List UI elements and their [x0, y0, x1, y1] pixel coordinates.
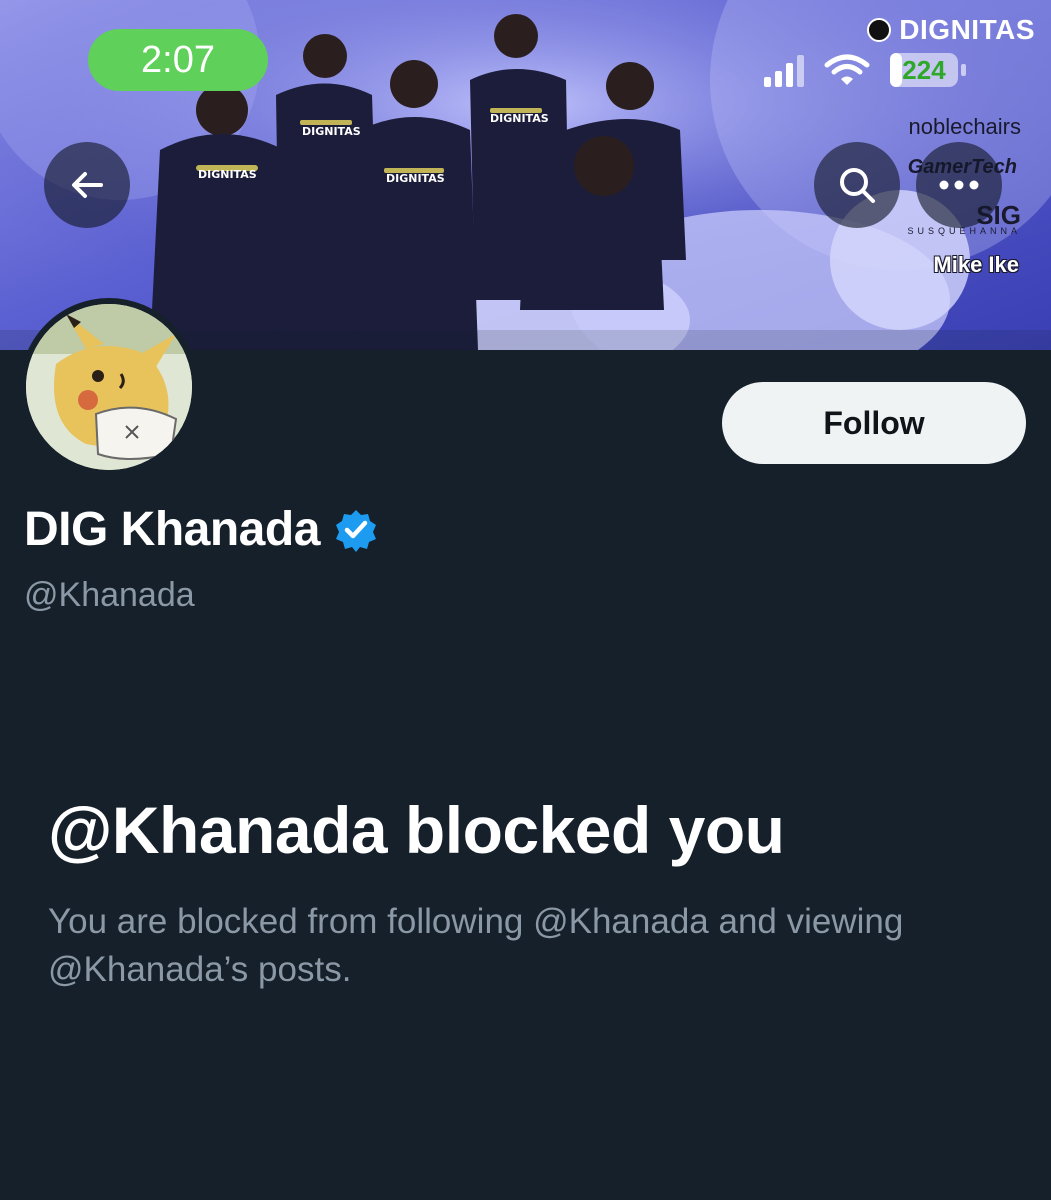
svg-text:DIGNITAS: DIGNITAS [386, 172, 445, 185]
back-button[interactable] [44, 142, 130, 228]
svg-text:DIGNITAS: DIGNITAS [490, 112, 549, 125]
blocked-description: You are blocked from following @Khanada … [48, 902, 904, 989]
battery-level: 224 [902, 54, 946, 85]
avatar-image [26, 304, 192, 470]
wifi-icon [824, 54, 870, 85]
status-icons: 224 [764, 50, 966, 90]
status-time-label: 2:07 [141, 38, 215, 81]
verified-badge-icon [335, 509, 376, 552]
more-horizontal-icon [939, 180, 979, 190]
blocked-title: @Khanada blocked you [48, 793, 785, 867]
sponsor-mike-ike: Mike Ike [933, 252, 1019, 277]
dignitas-logo-icon [867, 18, 892, 42]
svg-text:DIGNITAS: DIGNITAS [302, 125, 361, 138]
svg-text:DIGNITAS: DIGNITAS [198, 168, 257, 181]
display-name-text: DIG Khanada [24, 503, 320, 556]
search-button[interactable] [814, 142, 900, 228]
status-time[interactable]: 2:07 [88, 29, 268, 91]
profile-screen: DIGNITAS DIGNITAS DIGNITAS DIGNITAS DIGN… [0, 0, 1051, 1200]
follow-button-label: Follow [823, 404, 925, 441]
battery-icon: 224 [890, 53, 966, 87]
profile-handle: @Khanada [24, 576, 195, 614]
arrow-left-icon [72, 172, 103, 198]
follow-button[interactable]: Follow [722, 382, 1026, 464]
search-icon [840, 168, 875, 203]
sponsor-noblechairs: noblechairs [908, 114, 1021, 139]
pikachu-avatar-icon [26, 304, 192, 470]
sponsor-dignitas-label: DIGNITAS [899, 14, 1035, 45]
profile-name: DIG Khanada [24, 502, 378, 557]
sponsor-dignitas: DIGNITAS [867, 14, 1035, 46]
signal-icon [764, 53, 804, 87]
avatar[interactable] [20, 298, 198, 476]
more-button[interactable] [916, 142, 1002, 228]
